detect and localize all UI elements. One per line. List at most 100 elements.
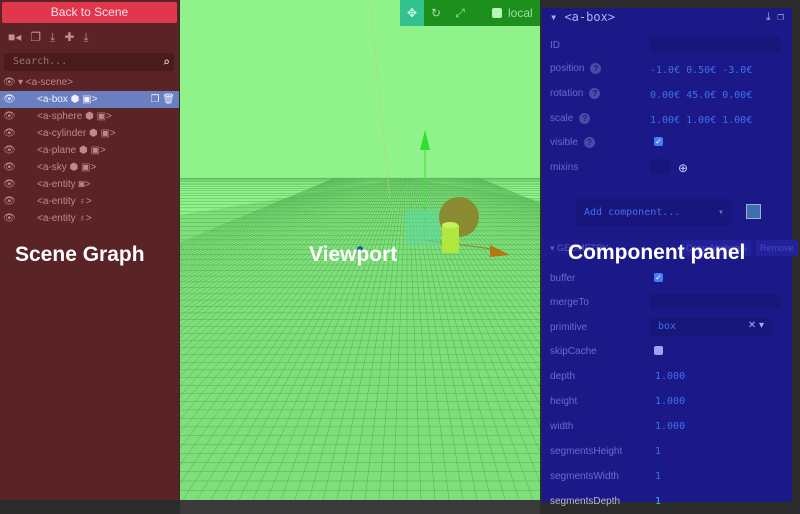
add-component-select[interactable]: Add component... ▾ xyxy=(576,199,732,226)
depth-input[interactable]: 1.000 xyxy=(655,369,685,385)
prop-segments-height: segmentsHeight 1 xyxy=(550,444,790,460)
mixins-select[interactable] xyxy=(650,159,670,174)
help-icon[interactable]: ? xyxy=(589,88,601,99)
scene-graph-caption: Scene Graph xyxy=(15,243,145,266)
prop-segments-width: segmentsWidth 1 xyxy=(550,469,790,485)
prop-width: width 1.000 xyxy=(550,419,790,435)
prop-visible: visible? ✓ xyxy=(550,135,790,151)
scene-graph-item[interactable]: 👁 <a-sphere ⬢ ▣> xyxy=(0,108,179,125)
skipcache-checkbox[interactable] xyxy=(654,346,663,355)
download-icon[interactable]: ⤓ xyxy=(50,30,55,45)
prop-label: segmentsDepth xyxy=(550,496,621,507)
local-checkbox[interactable] xyxy=(492,8,502,18)
width-input[interactable]: 1.000 xyxy=(655,419,685,435)
clear-icon[interactable]: ✕ ▾ xyxy=(748,318,764,334)
scene-graph-item[interactable]: 👁 ▾ <a-scene> xyxy=(0,74,179,91)
eye-icon[interactable]: 👁 xyxy=(3,142,16,159)
prop-label: skipCache xyxy=(550,346,597,357)
eye-icon[interactable]: 👁 xyxy=(3,91,16,108)
segments-depth-input[interactable]: 1 xyxy=(655,494,661,510)
item-label: <a-sphere ⬢ ▣> xyxy=(37,111,112,122)
component-panel-caption: Component panel xyxy=(568,241,746,264)
help-icon[interactable]: ? xyxy=(590,63,602,74)
scene-graph-item[interactable]: 👁 <a-entity ♁> xyxy=(0,193,179,210)
add-mixin-icon[interactable]: ⊕ xyxy=(678,160,688,176)
item-label: <a-entity ♁> xyxy=(37,213,92,224)
plus-icon[interactable]: ✚ xyxy=(64,30,74,45)
scene-graph-item[interactable]: 👁 <a-plane ⬢ ▣> xyxy=(0,142,179,159)
prop-label: segmentsHeight xyxy=(550,446,623,457)
eye-icon[interactable]: 👁 xyxy=(3,176,16,193)
prop-buffer: buffer ✓ xyxy=(550,271,790,287)
prop-depth: depth 1.000 xyxy=(550,369,790,385)
help-icon[interactable]: ? xyxy=(583,137,595,148)
box-object xyxy=(405,210,440,245)
segments-width-input[interactable]: 1 xyxy=(655,469,661,485)
prop-label: mixins xyxy=(550,162,579,173)
search-placeholder: Search... xyxy=(13,56,68,67)
item-label: <a-sky ⬢ ▣> xyxy=(37,162,97,173)
gizmo-y-arrow xyxy=(420,130,430,150)
scene-graph-item[interactable]: 👁 <a-sky ⬢ ▣> xyxy=(0,159,179,176)
search-icon: ⌕ xyxy=(162,55,170,69)
rotation-input[interactable]: 0.00€ 45.0€ 0.00€ xyxy=(650,88,752,104)
prop-label: width xyxy=(550,421,574,432)
scene-graph-item[interactable]: 👁 <a-entity ◙> xyxy=(0,176,179,193)
segments-height-input[interactable]: 1 xyxy=(655,444,661,460)
eye-icon[interactable]: 👁 xyxy=(3,210,16,227)
viewport-bottom xyxy=(180,500,540,514)
item-label: <a-box ⬢ ▣> xyxy=(37,94,98,105)
eye-icon[interactable]: 👁 xyxy=(3,108,16,125)
local-label: local xyxy=(508,6,533,20)
entity-header[interactable]: ▾ <a-box> ⤓ ❐ xyxy=(542,8,792,28)
clone-icon[interactable]: ❐ xyxy=(151,94,160,105)
scene-graph-item[interactable]: 👁 <a-cylinder ⬢ ▣> xyxy=(0,125,179,142)
export-icon[interactable]: ⤓ xyxy=(83,30,88,45)
rotate-icon[interactable]: ↻ xyxy=(424,0,448,26)
scale-icon[interactable]: ⤢ xyxy=(448,0,472,26)
visible-checkbox[interactable]: ✓ xyxy=(654,137,663,146)
prop-position: position? -1.0€ 0.50€ -3.0€ xyxy=(550,61,790,77)
item-label: <a-entity ♁> xyxy=(37,196,92,207)
eye-icon[interactable]: 👁 xyxy=(3,74,16,91)
entity-title: <a-box> xyxy=(564,10,616,24)
trash-icon[interactable]: 🗑 xyxy=(162,94,175,105)
prop-skipcache: skipCache xyxy=(550,344,790,360)
prop-mixins: mixins ⊕ xyxy=(550,159,790,176)
transform-toolbar: ✥ ↻ ⤢ local xyxy=(400,0,540,26)
translate-icon[interactable]: ✥ xyxy=(400,0,424,26)
buffer-checkbox[interactable]: ✓ xyxy=(654,273,663,282)
prop-label: ID xyxy=(550,40,560,51)
camera-icon[interactable]: ■◂ xyxy=(8,30,21,45)
item-label: <a-plane ⬢ ▣> xyxy=(37,145,106,156)
eye-icon[interactable]: 👁 xyxy=(3,159,16,176)
export-icon[interactable]: ⤓ xyxy=(766,10,771,23)
back-to-scene-button[interactable]: Back to Scene xyxy=(2,2,177,23)
scene-graph-item[interactable]: 👁 <a-entity ♁> xyxy=(0,210,179,227)
eye-icon[interactable]: 👁 xyxy=(3,193,16,210)
search-input[interactable]: Search... ⌕ xyxy=(4,53,174,71)
prop-scale: scale? 1.00€ 1.00€ 1.00€ xyxy=(550,111,790,127)
primitive-select[interactable]: box ✕ ▾ xyxy=(650,318,772,336)
primitive-value: box xyxy=(658,321,677,332)
clone-icon[interactable]: ❐ xyxy=(777,10,784,23)
id-input[interactable] xyxy=(650,37,780,52)
help-icon[interactable]: ? xyxy=(579,113,591,124)
height-input[interactable]: 1.000 xyxy=(655,394,685,410)
prop-segments-depth: segmentsDepth 1 xyxy=(550,494,790,510)
prop-label: visible xyxy=(550,137,578,148)
scene-graph-item[interactable]: 👁 <a-box ⬢ ▣> ❐ 🗑 xyxy=(0,91,179,108)
scene-toolbar: ■◂ ❐ ⤓ ✚ ⤓ xyxy=(8,30,89,45)
scale-input[interactable]: 1.00€ 1.00€ 1.00€ xyxy=(650,113,752,129)
copy-icon[interactable]: ❐ xyxy=(30,30,41,45)
texture-icon[interactable] xyxy=(746,204,761,219)
prop-mergeto: mergeTo xyxy=(550,294,790,311)
axis-line xyxy=(369,0,391,201)
eye-icon[interactable]: 👁 xyxy=(3,125,16,142)
prop-id: ID xyxy=(550,37,790,54)
remove-button[interactable]: Remove xyxy=(756,240,798,256)
chevron-down-icon: ▾ xyxy=(717,207,724,218)
mergeto-input[interactable] xyxy=(650,294,780,309)
position-input[interactable]: -1.0€ 0.50€ -3.0€ xyxy=(650,63,752,79)
prop-label: position xyxy=(550,63,585,74)
